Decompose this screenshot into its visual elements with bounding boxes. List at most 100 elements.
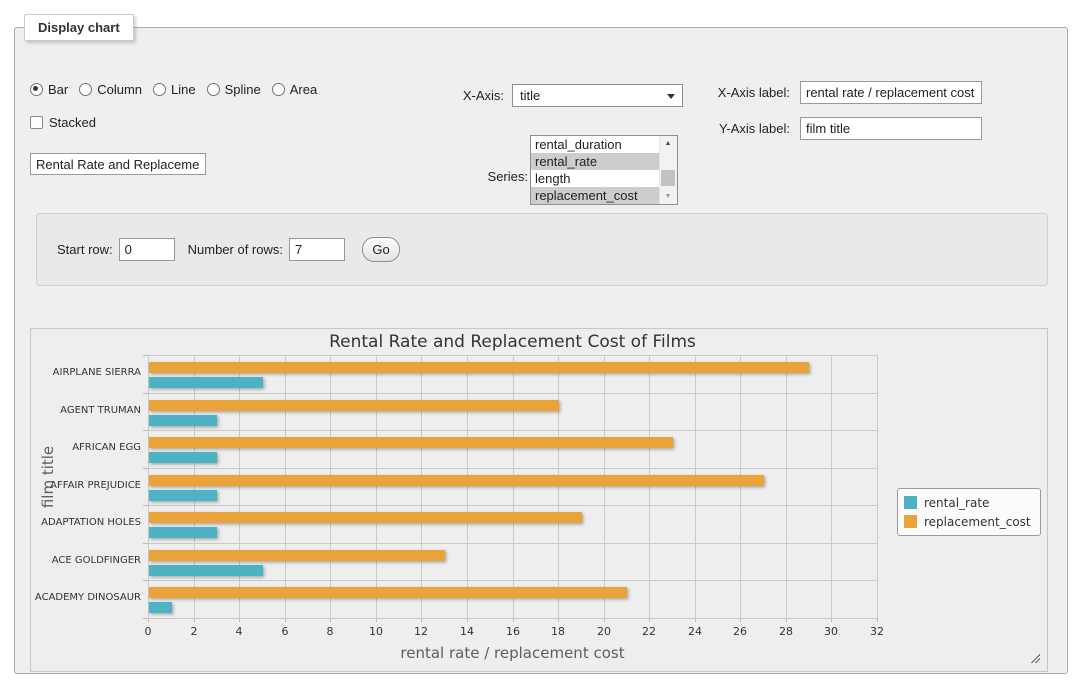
x-tick-label: 18 bbox=[538, 625, 578, 638]
stacked-label: Stacked bbox=[49, 115, 96, 130]
legend-swatch bbox=[904, 496, 917, 509]
legend-label: rental_rate bbox=[924, 496, 989, 510]
chart-title-input[interactable] bbox=[30, 153, 206, 175]
chart-type-option-line[interactable]: Line bbox=[153, 82, 196, 97]
gridline bbox=[649, 355, 650, 618]
gridline bbox=[148, 505, 877, 506]
bar-replacement_cost[interactable] bbox=[149, 512, 582, 523]
x-tick-label: 8 bbox=[310, 625, 350, 638]
series-listbox[interactable]: rental_durationrental_ratelengthreplacem… bbox=[530, 135, 678, 205]
scroll-down-icon[interactable]: ▼ bbox=[660, 189, 676, 204]
axis-tick bbox=[143, 505, 148, 506]
start-row-label: Start row: bbox=[57, 242, 113, 257]
x-tick-label: 32 bbox=[857, 625, 897, 638]
chart-type-option-spline[interactable]: Spline bbox=[207, 82, 261, 97]
bar-rental_rate[interactable] bbox=[149, 490, 217, 501]
resize-grip-icon[interactable] bbox=[1029, 652, 1040, 663]
x-tick-label: 14 bbox=[447, 625, 487, 638]
chart-legend: rental_rate replacement_cost bbox=[897, 488, 1041, 536]
gridline bbox=[740, 355, 741, 618]
scrollbar[interactable]: ▲ ▼ bbox=[659, 136, 677, 204]
radio-indicator bbox=[30, 83, 43, 96]
series-option-length[interactable]: length bbox=[531, 170, 660, 187]
x-axis-select[interactable]: title bbox=[512, 84, 683, 107]
gridline bbox=[421, 355, 422, 618]
chart-type-option-area[interactable]: Area bbox=[272, 82, 317, 97]
bar-replacement_cost[interactable] bbox=[149, 587, 627, 598]
chart-type-options: Bar Column Line Spline Area bbox=[30, 82, 328, 99]
gridline bbox=[239, 355, 240, 618]
legend-item-rental_rate[interactable]: rental_rate bbox=[904, 493, 1031, 512]
category-label: ACADEMY DINOSAUR bbox=[31, 592, 141, 603]
bar-rental_rate[interactable] bbox=[149, 527, 217, 538]
gridline bbox=[467, 355, 468, 618]
chart-type-option-column[interactable]: Column bbox=[79, 82, 142, 97]
chart-type-label: Spline bbox=[225, 82, 261, 97]
bar-rental_rate[interactable] bbox=[149, 452, 217, 463]
series-option-rental_duration[interactable]: rental_duration bbox=[531, 136, 660, 153]
gridline bbox=[148, 430, 877, 431]
bar-replacement_cost[interactable] bbox=[149, 400, 559, 411]
gridline bbox=[558, 355, 559, 618]
bar-rental_rate[interactable] bbox=[149, 415, 217, 426]
series-option-replacement_cost[interactable]: replacement_cost bbox=[531, 187, 660, 204]
series-select-label: Series: bbox=[415, 169, 528, 184]
bar-replacement_cost[interactable] bbox=[149, 362, 809, 373]
y-axis-label-input[interactable] bbox=[800, 117, 982, 140]
axis-tick bbox=[143, 468, 148, 469]
chart-type-label: Bar bbox=[48, 82, 68, 97]
scrollbar-thumb[interactable] bbox=[661, 170, 675, 186]
gridline bbox=[148, 618, 877, 619]
start-row-input[interactable] bbox=[119, 238, 175, 261]
x-axis-title: rental rate / replacement cost bbox=[148, 644, 877, 662]
checkbox-indicator bbox=[30, 116, 43, 129]
bar-rental_rate[interactable] bbox=[149, 565, 263, 576]
x-tick-label: 20 bbox=[584, 625, 624, 638]
chart-panel: Rental Rate and Replacement Cost of Film… bbox=[30, 328, 1048, 672]
number-of-rows-input[interactable] bbox=[289, 238, 345, 261]
chart-type-label: Area bbox=[290, 82, 317, 97]
gridline bbox=[194, 355, 195, 618]
gridline bbox=[148, 580, 877, 581]
chart-type-option-bar[interactable]: Bar bbox=[30, 82, 68, 97]
bar-replacement_cost[interactable] bbox=[149, 475, 764, 486]
gridline bbox=[376, 355, 377, 618]
chart-canvas: Rental Rate and Replacement Cost of Film… bbox=[31, 329, 1047, 671]
x-axis-label-label: X-Axis label: bbox=[665, 85, 790, 100]
x-tick-label: 16 bbox=[493, 625, 533, 638]
bar-replacement_cost[interactable] bbox=[149, 437, 673, 448]
bar-replacement_cost[interactable] bbox=[149, 550, 445, 561]
scroll-up-icon[interactable]: ▲ bbox=[660, 136, 676, 151]
gridline bbox=[831, 355, 832, 618]
gridline bbox=[148, 543, 877, 544]
radio-indicator bbox=[272, 83, 285, 96]
x-tick-label: 22 bbox=[629, 625, 669, 638]
series-options: rental_durationrental_ratelengthreplacem… bbox=[531, 136, 677, 204]
x-axis-label-input[interactable] bbox=[800, 81, 982, 104]
gridline bbox=[148, 355, 877, 356]
go-button[interactable]: Go bbox=[362, 237, 400, 262]
x-tick-label: 30 bbox=[811, 625, 851, 638]
row-controls-panel: Start row: Number of rows: Go bbox=[36, 213, 1048, 286]
radio-indicator bbox=[153, 83, 166, 96]
row-controls: Start row: Number of rows: Go bbox=[37, 214, 1047, 285]
x-tick-label: 0 bbox=[128, 625, 168, 638]
bar-rental_rate[interactable] bbox=[149, 602, 172, 613]
bar-rental_rate[interactable] bbox=[149, 377, 263, 388]
stacked-checkbox[interactable]: Stacked bbox=[30, 115, 96, 130]
x-tick-label: 6 bbox=[265, 625, 305, 638]
fieldset-legend-display-chart: Display chart bbox=[24, 14, 134, 41]
series-option-rental_rate[interactable]: rental_rate bbox=[531, 153, 660, 170]
gridline bbox=[513, 355, 514, 618]
gridline bbox=[877, 355, 878, 618]
radio-indicator bbox=[207, 83, 220, 96]
x-tick-label: 4 bbox=[219, 625, 259, 638]
gridline bbox=[604, 355, 605, 618]
x-tick-label: 26 bbox=[720, 625, 760, 638]
gridline bbox=[148, 468, 877, 469]
legend-swatch bbox=[904, 515, 917, 528]
legend-item-replacement_cost[interactable]: replacement_cost bbox=[904, 512, 1031, 531]
axis-tick bbox=[143, 618, 148, 619]
category-label: AFRICAN EGG bbox=[31, 442, 141, 453]
radio-indicator bbox=[79, 83, 92, 96]
